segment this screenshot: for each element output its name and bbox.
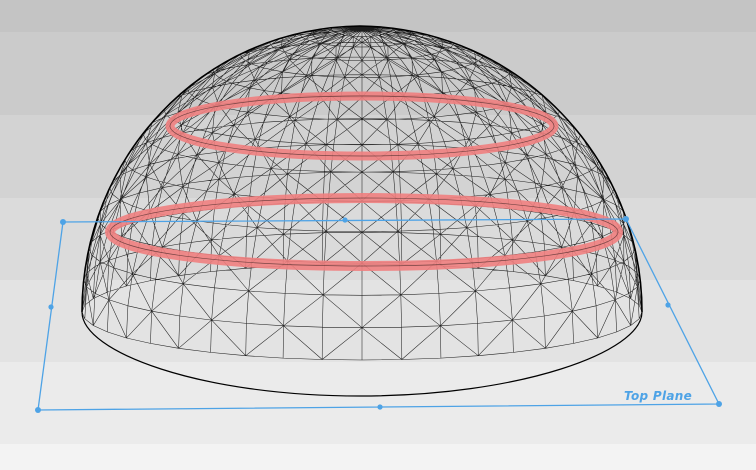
selected-edge-loops[interactable] [105,91,623,271]
top-plane-label[interactable]: Top Plane [624,389,692,403]
plane-handle[interactable] [377,404,383,410]
plane-handle[interactable] [623,216,629,222]
plane-handle[interactable] [716,401,722,407]
mesh-triangles [82,26,642,361]
plane-handle[interactable] [48,304,54,310]
graphics-viewport[interactable]: Top Plane [0,0,756,470]
plane-handle[interactable] [35,407,41,413]
mesh-edges [82,26,642,361]
plane-handle[interactable] [60,219,66,225]
plane-handle[interactable] [665,302,671,308]
plane-handle[interactable] [342,217,348,223]
